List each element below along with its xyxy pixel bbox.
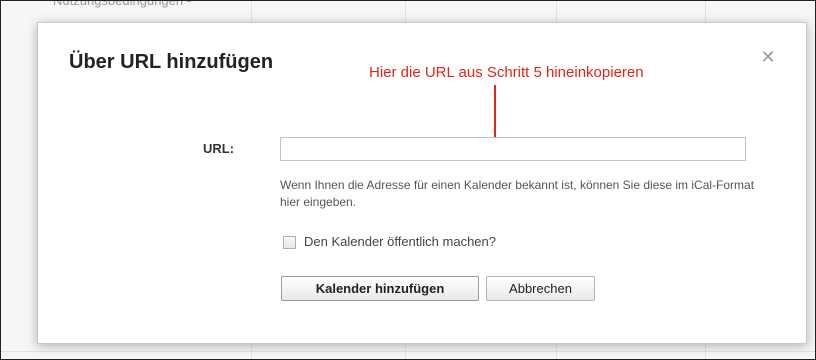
screenshot-frame: Nutzungsbedingungen - Über URL hinzufüge… [0,0,816,360]
url-help-text: Wenn Ihnen die Adresse für einen Kalende… [280,178,755,209]
add-calendar-button[interactable]: Kalender hinzufügen [281,276,479,301]
public-calendar-checkbox[interactable] [283,236,296,249]
close-icon[interactable]: ✕ [760,48,776,66]
annotation-text: Hier die URL aus Schritt 5 hineinkopiere… [369,64,644,81]
annotation-pointer-line [494,85,496,140]
dialog-title: Über URL hinzufügen [69,51,274,73]
background-grid-line [1,351,815,352]
url-label: URL: [203,141,235,156]
url-input[interactable] [280,137,746,161]
background-text: Nutzungsbedingungen - [53,0,192,8]
cancel-button[interactable]: Abbrechen [486,276,595,301]
public-calendar-label[interactable]: Den Kalender öffentlich machen? [304,234,496,249]
add-by-url-dialog: Über URL hinzufügen ✕ Hier die URL aus S… [37,22,807,344]
